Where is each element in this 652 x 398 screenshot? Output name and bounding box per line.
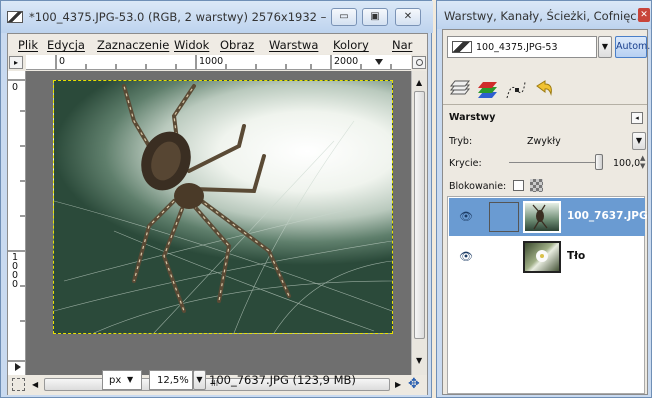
tab-channels[interactable] <box>475 78 501 102</box>
scroll-left-icon[interactable]: ◀ <box>32 380 38 389</box>
zoom-value: 12,5% <box>157 375 189 386</box>
menu-select[interactable]: Zaznaczenie <box>97 38 169 52</box>
chevron-down-icon: ▼ <box>635 136 643 145</box>
mode-label: Tryb: <box>449 136 473 147</box>
zoom-icon <box>416 59 423 66</box>
layer-thumbnail <box>523 241 561 273</box>
paths-tab-icon <box>506 81 526 99</box>
ruler-v-label-0: 0 <box>12 82 19 93</box>
unit-select[interactable]: px ▼ <box>102 370 142 390</box>
spider-illustration <box>53 84 393 334</box>
ruler-v-label-1000: 1000 <box>12 252 19 290</box>
ruler-h-label-2000: 2000 <box>334 56 359 67</box>
layers-dock-body: 100_4375.JPG-53 ▼ Autom. Warstwy ◂ Tryb:… <box>442 29 650 395</box>
tab-layers[interactable] <box>447 78 473 102</box>
menu-tools[interactable]: Nar <box>392 38 412 52</box>
navigate-icon[interactable]: ✥ <box>408 376 420 392</box>
menu-colors[interactable]: Kolory <box>333 38 369 52</box>
chevron-down-icon: ▼ <box>196 375 203 384</box>
panel-menu-icon[interactable]: ◂ <box>631 112 643 124</box>
opacity-value[interactable]: 100,0 <box>613 158 640 169</box>
vertical-scrollbar[interactable]: ▲ ▼ <box>411 71 427 375</box>
lock-pixels-checkbox[interactable] <box>513 180 524 191</box>
undo-tab-icon <box>536 80 552 96</box>
zoom-field[interactable]: 12,5% <box>149 370 193 390</box>
zoom-toggle-button[interactable] <box>412 56 426 69</box>
lock-label: Blokowanie: <box>449 181 507 192</box>
section-title: Warstwy <box>449 112 496 123</box>
image-canvas[interactable] <box>26 71 411 375</box>
eye-icon[interactable]: 👁 <box>459 210 473 223</box>
scroll-down-icon[interactable]: ▼ <box>416 356 422 365</box>
opacity-label: Krycie: <box>449 158 482 169</box>
close-icon: ✕ <box>403 11 413 22</box>
ruler-vertical-ticks <box>8 79 25 371</box>
background-thumb-icon <box>536 250 548 262</box>
image-thumb-icon <box>7 11 23 23</box>
image-window-body: Plik Edycja Zaznaczenie Widok Obraz Wars… <box>7 33 428 395</box>
ruler-corner-menu[interactable]: ▸ <box>9 56 23 69</box>
menu-view[interactable]: Widok <box>174 38 209 52</box>
maximize-button[interactable]: ▣ <box>362 8 388 26</box>
image-window-title: *100_4375.JPG-53.0 (RGB, 2 warstwy) 2576… <box>29 10 341 24</box>
layers-dock-titlebar[interactable]: Warstwy, Kanały, Ścieżki, Cofnięc... ✕ <box>437 1 651 29</box>
ruler-vertical: 0 1000 <box>8 71 26 375</box>
menu-bar: Plik Edycja Zaznaczenie Widok Obraz Wars… <box>8 34 427 54</box>
maximize-icon: ▣ <box>370 11 380 22</box>
auto-button[interactable]: Autom. <box>615 36 650 58</box>
opacity-spinner-icon[interactable]: ▲ ▼ <box>640 154 645 170</box>
minimize-button[interactable]: ▭ <box>331 8 357 26</box>
status-text: 100_7637.JPG (123,9 MB) <box>209 373 356 387</box>
zoom-dropdown-button[interactable]: ▼ <box>193 370 206 390</box>
layer-row[interactable]: 👁 Tło <box>449 238 645 276</box>
image-window: *100_4375.JPG-53.0 (RGB, 2 warstwy) 2576… <box>0 0 433 398</box>
image-select-value: 100_4375.JPG-53 <box>476 42 558 53</box>
layer-thumbnail <box>523 201 561 233</box>
chevron-down-icon: ▼ <box>601 42 609 51</box>
layer-name[interactable]: Tło <box>567 250 585 262</box>
mode-dropdown[interactable]: ▼ <box>632 132 646 150</box>
chevron-down-icon: ▼ <box>127 375 134 384</box>
spider-photo <box>53 80 393 334</box>
image-window-titlebar[interactable]: *100_4375.JPG-53.0 (RGB, 2 warstwy) 2576… <box>1 1 433 33</box>
menu-file[interactable]: Plik <box>18 38 38 52</box>
channels-tab-icon <box>478 82 497 98</box>
layer-name[interactable]: 100_7637.JPG <box>567 210 648 222</box>
ruler-h-label-0: 0 <box>59 56 66 67</box>
ruler-horizontal: 0 1000 2000 <box>26 55 411 70</box>
layers-dock-window: Warstwy, Kanały, Ścieżki, Cofnięc... ✕ 1… <box>436 0 652 398</box>
lock-alpha-icon[interactable] <box>530 179 543 192</box>
close-icon[interactable]: ✕ <box>638 8 650 22</box>
chain-icon[interactable] <box>489 202 519 232</box>
vertical-scroll-thumb[interactable] <box>414 91 425 339</box>
tab-paths[interactable] <box>503 78 529 102</box>
image-thumb-icon <box>452 41 472 53</box>
layers-tab-icon <box>449 80 471 95</box>
scroll-right-icon[interactable]: ▶ <box>395 380 401 389</box>
mode-value[interactable]: Zwykły <box>527 136 561 147</box>
image-select-dropdown[interactable]: ▼ <box>598 36 612 58</box>
scroll-up-icon[interactable]: ▲ <box>416 78 422 87</box>
quickmask-icon[interactable] <box>12 378 25 391</box>
spider-thumb-icon <box>532 204 548 230</box>
minimize-icon: ▭ <box>339 11 349 22</box>
menu-layer[interactable]: Warstwa <box>269 38 318 52</box>
opacity-slider-track[interactable] <box>509 162 599 163</box>
image-select[interactable]: 100_4375.JPG-53 <box>447 36 597 58</box>
tab-undo[interactable] <box>531 78 557 102</box>
menu-image[interactable]: Obraz <box>220 38 254 52</box>
ruler-h-label-1000: 1000 <box>199 56 224 67</box>
unit-value: px <box>109 375 122 386</box>
divider <box>443 104 647 105</box>
menu-edit[interactable]: Edycja <box>47 38 85 52</box>
eye-icon[interactable]: 👁 <box>459 250 473 263</box>
close-button[interactable]: ✕ <box>395 8 421 26</box>
layers-dock-title: Warstwy, Kanały, Ścieżki, Cofnięc... <box>444 9 648 23</box>
opacity-slider-thumb[interactable] <box>595 154 603 170</box>
layer-row-selected[interactable]: 👁 100_7637.JPG <box>449 198 648 236</box>
